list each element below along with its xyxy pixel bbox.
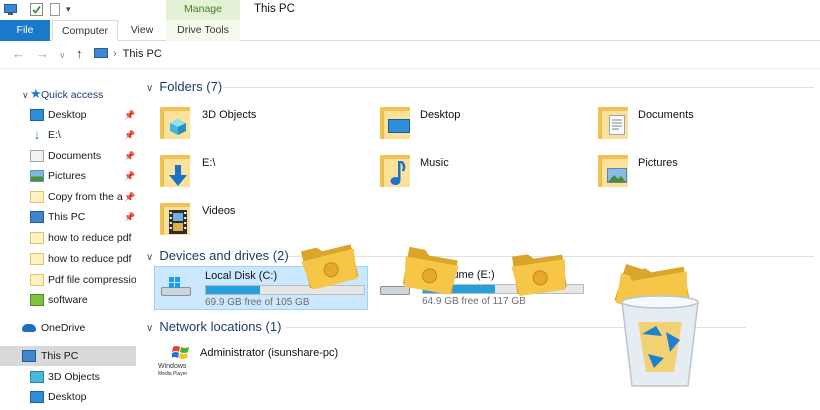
music-note-icon: [390, 161, 406, 185]
onedrive-cloud-icon: [22, 324, 36, 332]
section-header-network[interactable]: ∨ Network locations (1): [146, 319, 281, 334]
navigation-pane: ∨ ★ Quick access Desktop 📌 ↓ E:\ 📌 Docum…: [0, 69, 136, 410]
tab-drive-tools[interactable]: Drive Tools: [166, 20, 240, 41]
new-folder-icon[interactable]: [49, 3, 62, 16]
chevron-down-icon[interactable]: ∨: [146, 323, 153, 334]
pc-icon: [94, 48, 108, 58]
folder-tile-3d-objects[interactable]: 3D Objects: [160, 105, 360, 145]
section-divider: [224, 87, 814, 88]
sidebar-item-copy-from[interactable]: Copy from the a 📌: [0, 187, 136, 207]
tab-computer[interactable]: Computer: [52, 20, 118, 41]
folder-icon: [598, 153, 628, 187]
download-arrow-icon: ↓: [33, 127, 41, 142]
cube-icon: [30, 371, 44, 383]
sidebar-item-onedrive[interactable]: OneDrive: [0, 318, 136, 338]
sidebar-item-pdf-compression[interactable]: Pdf file compressio: [0, 270, 136, 290]
recent-locations-icon[interactable]: ∨: [59, 50, 66, 61]
address-path[interactable]: › This PC: [94, 48, 162, 60]
film-icon: [169, 210, 187, 234]
manage-contextual-tab[interactable]: Manage: [166, 0, 240, 20]
breadcrumb-this-pc[interactable]: This PC: [123, 48, 162, 60]
up-arrow-icon[interactable]: ↑: [76, 46, 83, 61]
folder-icon: [380, 105, 410, 139]
section-header-devices[interactable]: ∨ Devices and drives (2): [146, 248, 289, 263]
pin-icon[interactable]: 📌: [124, 166, 135, 186]
content-pane: ∨ Folders (7) 3D Objects Desktop Document…: [138, 69, 820, 410]
tab-file[interactable]: File: [0, 20, 50, 41]
sidebar-item-desktop-2[interactable]: Desktop: [0, 387, 136, 407]
sidebar-item-reduce-pdf-1[interactable]: how to reduce pdf: [0, 228, 136, 248]
software-icon: [30, 294, 44, 306]
folder-icon: [598, 105, 628, 139]
windows-logo-icon: [169, 277, 181, 288]
document-icon: [609, 115, 625, 135]
properties-check-icon[interactable]: [30, 3, 43, 16]
pin-icon[interactable]: 📌: [124, 105, 135, 125]
pin-icon[interactable]: 📌: [124, 125, 135, 145]
folder-tile-pictures[interactable]: Pictures: [598, 153, 798, 193]
pin-icon[interactable]: 📌: [124, 207, 135, 227]
folder-icon: [160, 201, 190, 235]
folder-icon: [30, 232, 44, 244]
breadcrumb-separator-icon: ›: [113, 48, 117, 60]
desktop-icon: [388, 119, 410, 133]
folder-icon: [380, 153, 410, 187]
folder-tile-music[interactable]: Music: [380, 153, 580, 193]
drive-usage-fill: [206, 286, 260, 294]
desktop-icon: [30, 391, 44, 403]
folder-icon: [160, 153, 190, 187]
sidebar-item-desktop[interactable]: Desktop 📌: [0, 105, 136, 125]
sidebar-item-documents[interactable]: Documents 📌: [0, 146, 136, 166]
forward-arrow-icon[interactable]: →: [36, 46, 49, 61]
documents-icon: [30, 150, 44, 162]
sidebar-quick-access[interactable]: ∨ ★ Quick access: [0, 85, 136, 105]
sidebar-item-pictures[interactable]: Pictures 📌: [0, 166, 136, 186]
flying-folder-icon: [402, 246, 459, 295]
sidebar-item-software[interactable]: software: [0, 290, 136, 310]
folder-tile-documents[interactable]: Documents: [598, 105, 798, 145]
chevron-down-icon[interactable]: ∨: [146, 252, 153, 263]
pictures-icon: [30, 170, 44, 182]
sidebar-item-reduce-pdf-2[interactable]: how to reduce pdf: [0, 249, 136, 269]
chevron-down-icon[interactable]: ∨: [146, 83, 153, 94]
picture-icon: [607, 168, 627, 183]
folder-icon: [30, 274, 44, 286]
hard-drive-icon: [161, 277, 191, 299]
recycle-bin-icon: [621, 266, 699, 387]
folder-icon: [30, 191, 44, 203]
drive-name: Local Disk (C:): [205, 270, 278, 282]
window-title: This PC: [254, 3, 295, 15]
folder-icon: [160, 105, 190, 139]
window-pc-icon[interactable]: [4, 3, 17, 16]
folder-tile-e-drive[interactable]: E:\: [160, 153, 360, 193]
title-bar: ▾ Manage This PC: [0, 0, 820, 20]
drive-free-space: 69.9 GB free of 105 GB: [205, 297, 310, 308]
pc-icon: [22, 350, 36, 362]
download-arrow-icon: [169, 165, 187, 186]
folder-icon: [30, 253, 44, 265]
sidebar-item-this-pc-pinned[interactable]: This PC 📌: [0, 207, 136, 227]
windows-media-player-icon: Windows Media Player: [158, 343, 192, 377]
pin-icon[interactable]: 📌: [124, 187, 135, 207]
qat-dropdown-icon[interactable]: ▾: [66, 3, 79, 16]
network-location-administrator[interactable]: Windows Media Player Administrator (isuns…: [158, 343, 388, 383]
address-bar: ← → ∨ ↑ › This PC: [0, 41, 820, 69]
flying-folder-icon: [511, 254, 567, 296]
back-arrow-icon[interactable]: ←: [12, 46, 25, 61]
sidebar-item-e-drive[interactable]: ↓ E:\ 📌: [0, 125, 136, 145]
chevron-down-icon[interactable]: ∨: [22, 85, 29, 105]
tab-view[interactable]: View: [120, 20, 164, 41]
sidebar-item-3d-objects[interactable]: 3D Objects: [0, 367, 136, 387]
drive-free-space: 64.9 GB free of 117 GB: [422, 296, 526, 307]
section-header-folders[interactable]: ∨ Folders (7): [146, 79, 222, 94]
ribbon-tabs: File Computer View Drive Tools: [0, 20, 820, 41]
folder-tile-desktop[interactable]: Desktop: [380, 105, 580, 145]
flying-folder-icon: [300, 244, 359, 289]
pc-icon: [30, 211, 44, 223]
pin-icon[interactable]: 📌: [124, 146, 135, 166]
sidebar-item-this-pc[interactable]: This PC: [0, 346, 136, 366]
desktop-icon: [30, 109, 44, 121]
cube-icon: [170, 119, 186, 135]
